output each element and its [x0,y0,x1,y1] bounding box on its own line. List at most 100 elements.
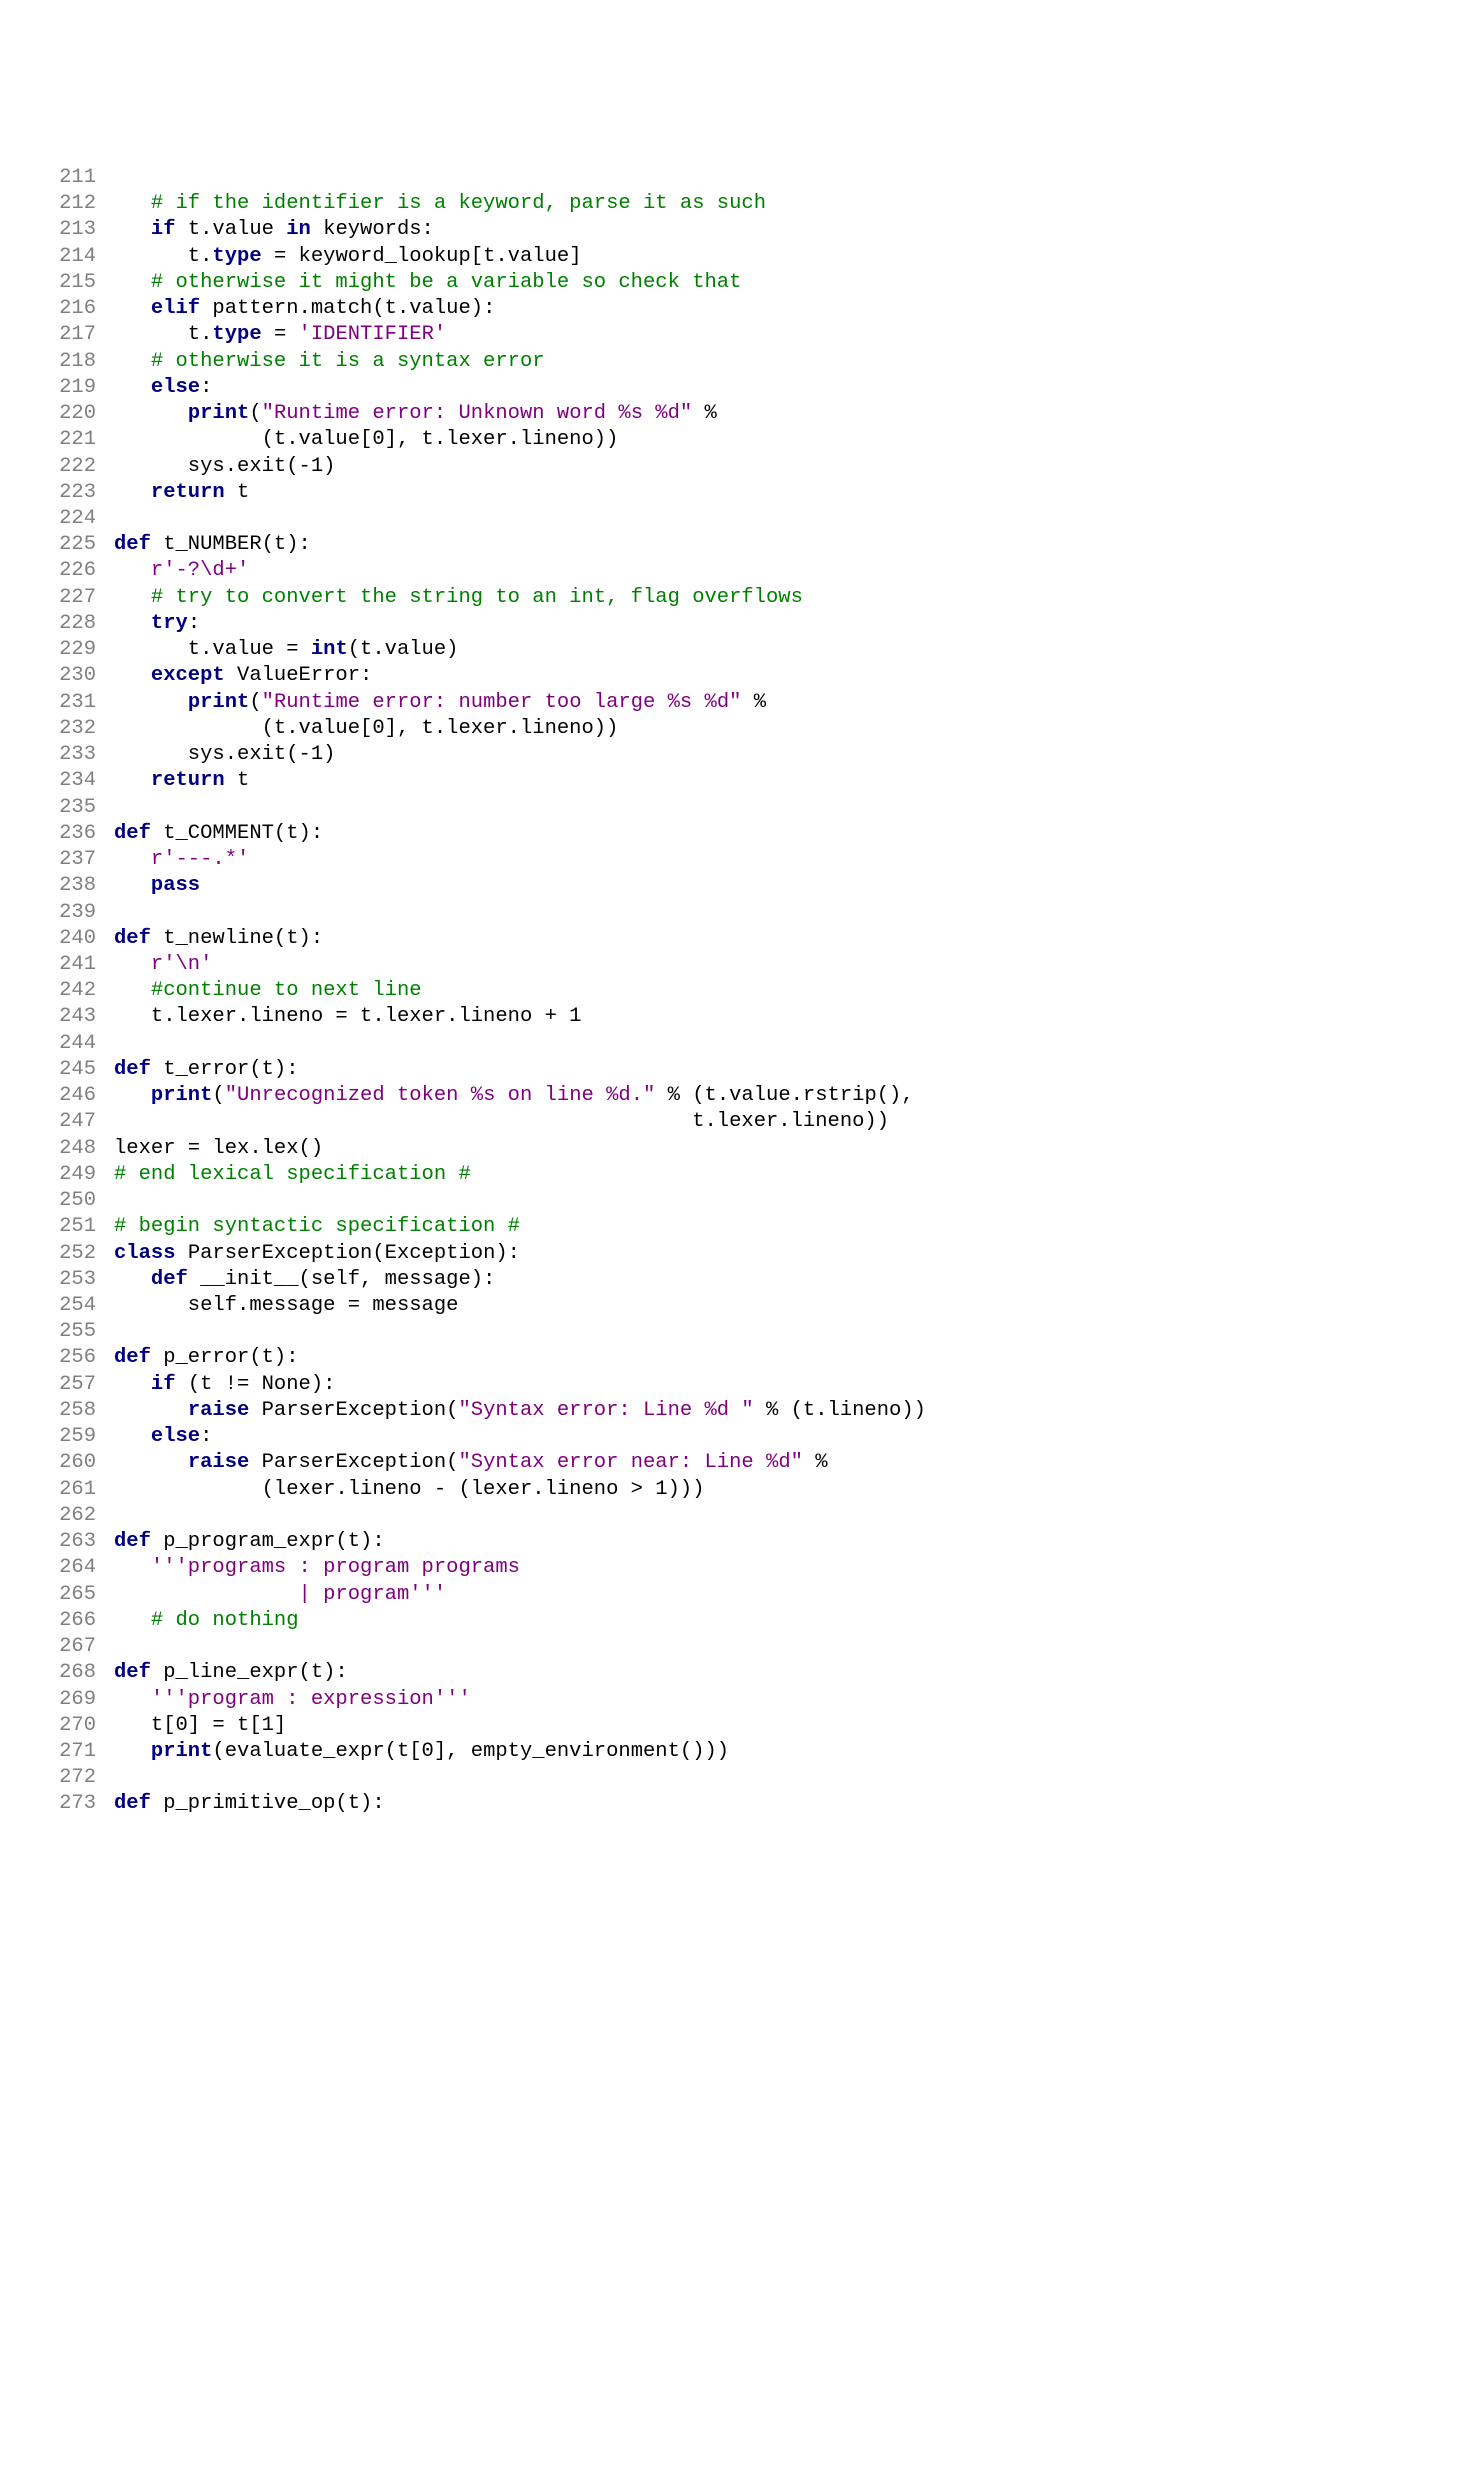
code-token: except [151,664,225,687]
code-line: 254 self.message = message [40,1293,1430,1319]
line-number: 217 [40,322,114,348]
code-token [114,979,151,1002]
code-token [114,1609,151,1632]
code-token: if [151,1373,176,1396]
code-token: t_COMMENT(t): [151,822,323,845]
code-token: p_line_expr(t): [151,1661,348,1684]
code-token [114,769,151,792]
code-token: t_error(t): [151,1058,299,1081]
code-line: 264 '''programs : program programs [40,1555,1430,1581]
line-number: 263 [40,1529,114,1555]
line-number: 262 [40,1503,114,1529]
code-line: 249# end lexical specification # [40,1162,1430,1188]
line-number: 237 [40,847,114,873]
line-number: 243 [40,1004,114,1030]
code-token [114,848,151,871]
code-token: def [114,1661,151,1684]
line-number: 233 [40,742,114,768]
code-line: 262 [40,1503,1430,1529]
code-line: 265 | program''' [40,1582,1430,1608]
line-number: 261 [40,1477,114,1503]
code-line: 251# begin syntactic specification # [40,1214,1430,1240]
code-token: def [114,533,151,556]
line-number: 246 [40,1083,114,1109]
line-number: 271 [40,1739,114,1765]
code-token [114,1084,151,1107]
code-token: = keyword_lookup[t.value] [262,245,582,268]
code-token: "Runtime error: Unknown word %s %d" [262,402,693,425]
code-token: | program''' [151,1583,446,1606]
code-token [114,192,151,215]
code-token: return [151,769,225,792]
line-number: 228 [40,611,114,637]
code-line: 237 r'---.*' [40,847,1430,873]
code-token: t. [114,245,212,268]
code-token: ( [249,691,261,714]
code-line: 269 '''program : expression''' [40,1687,1430,1713]
code-token [114,664,151,687]
code-token: #continue to next line [151,979,422,1002]
code-token: type [212,245,261,268]
line-number: 224 [40,506,114,532]
line-number: 268 [40,1660,114,1686]
line-number: 240 [40,926,114,952]
code-token: t_NUMBER(t): [151,533,311,556]
line-number: 247 [40,1109,114,1135]
code-line: 229 t.value = int(t.value) [40,637,1430,663]
code-token: lexer = lex.lex() [114,1137,323,1160]
code-token: else [151,376,200,399]
code-token [114,874,151,897]
code-line: 224 [40,506,1430,532]
code-line: 242 #continue to next line [40,978,1430,1004]
code-token [114,350,151,373]
code-token: print [151,1740,213,1763]
code-line: 218 # otherwise it is a syntax error [40,349,1430,375]
code-line: 267 [40,1634,1430,1660]
code-token: % [741,691,766,714]
code-line: 234 return t [40,768,1430,794]
code-token [114,1425,151,1448]
code-token: def [114,1346,151,1369]
code-token: t.lexer.lineno)) [114,1110,889,1133]
line-number: 226 [40,558,114,584]
code-line: 219 else: [40,375,1430,401]
line-number: 225 [40,532,114,558]
code-line: 240def t_newline(t): [40,926,1430,952]
code-token: # otherwise it is a syntax error [151,350,545,373]
code-token: r'---.*' [151,848,249,871]
line-number: 265 [40,1582,114,1608]
line-number: 212 [40,191,114,217]
line-number: 213 [40,217,114,243]
code-token: t[0] = t[1] [114,1714,286,1737]
line-number: 216 [40,296,114,322]
line-number: 255 [40,1319,114,1345]
line-number: 221 [40,427,114,453]
code-token: = [262,323,299,346]
code-token [114,218,151,241]
code-token: def [114,1058,151,1081]
code-token [114,1688,151,1711]
code-token: class [114,1242,176,1265]
code-line: 215 # otherwise it might be a variable s… [40,270,1430,296]
code-line: 220 print("Runtime error: Unknown word %… [40,401,1430,427]
code-token [114,1583,151,1606]
code-listing: 211212 # if the identifier is a keyword,… [0,105,1470,1858]
line-number: 244 [40,1031,114,1057]
line-number: 230 [40,663,114,689]
line-number: 231 [40,690,114,716]
code-line: 247 t.lexer.lineno)) [40,1109,1430,1135]
line-number: 227 [40,585,114,611]
code-token: t.value [176,218,287,241]
code-line: 259 else: [40,1424,1430,1450]
code-token [114,1740,151,1763]
line-number: 267 [40,1634,114,1660]
code-token: t [225,769,250,792]
code-token: # otherwise it might be a variable so ch… [151,271,742,294]
code-token: def [114,1530,151,1553]
line-number: 239 [40,900,114,926]
code-token: : [200,376,212,399]
code-token: '''program : expression''' [151,1688,471,1711]
code-token: self.message = message [114,1294,458,1317]
code-token: (evaluate_expr(t[0], empty_environment()… [212,1740,729,1763]
line-number: 273 [40,1791,114,1817]
